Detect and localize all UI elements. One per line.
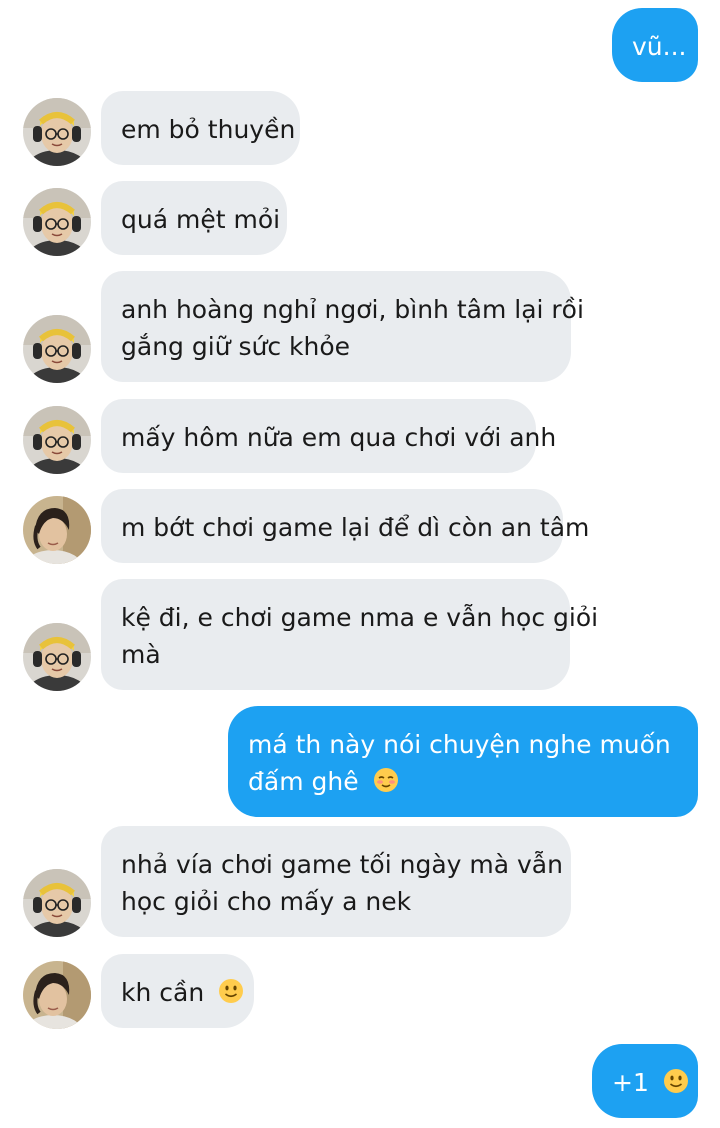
slightly-smiling-face-icon <box>218 977 244 1014</box>
message-text: kh cần <box>121 978 205 1007</box>
message-text: nhả vía chơi game tối ngày mà vẫn <box>121 850 563 879</box>
message-text: +1 <box>612 1068 649 1097</box>
message-text: đấm ghê <box>248 767 359 796</box>
message-bubble-outgoing[interactable]: +1 <box>592 1044 698 1118</box>
message-text: anh hoàng nghỉ ngơi, bình tâm lại rồi <box>121 295 584 324</box>
message-text: gắng giữ sức khỏe <box>121 332 351 361</box>
message-bubble-outgoing[interactable]: má th này nói chuyện nghe muốn đấm ghê <box>228 706 698 817</box>
message-bubble-incoming[interactable]: em bỏ thuyền <box>101 91 300 165</box>
avatar[interactable] <box>23 623 91 691</box>
avatar[interactable] <box>23 961 91 1029</box>
message-bubble-incoming[interactable]: nhả vía chơi game tối ngày mà vẫn học gi… <box>101 826 571 937</box>
message-text: mấy hôm nữa em qua chơi với anh <box>121 423 557 452</box>
message-text: quá mệt mỏi <box>121 205 281 234</box>
relieved-face-icon <box>373 766 399 803</box>
message-bubble-incoming[interactable]: kh cần <box>101 954 254 1028</box>
avatar[interactable] <box>23 188 91 256</box>
slightly-smiling-face-icon <box>663 1067 689 1104</box>
avatar[interactable] <box>23 406 91 474</box>
message-text: học giỏi cho mấy a nek <box>121 887 412 916</box>
avatar[interactable] <box>23 98 91 166</box>
message-text: kệ đi, e chơi game nma e vẫn học giỏi <box>121 603 599 632</box>
message-bubble-incoming[interactable]: m bớt chơi game lại để dì còn an tâm <box>101 489 590 563</box>
avatar[interactable] <box>23 496 91 564</box>
message-bubble-incoming[interactable]: anh hoàng nghỉ ngơi, bình tâm lại rồi gắ… <box>101 271 584 382</box>
message-bubble-incoming[interactable]: kệ đi, e chơi game nma e vẫn học giỏi mà <box>101 579 599 690</box>
avatar[interactable] <box>23 315 91 383</box>
message-bubble-incoming[interactable]: mấy hôm nữa em qua chơi với anh <box>101 399 557 473</box>
message-bubble-outgoing[interactable]: vũ... <box>612 8 698 82</box>
message-text: mà <box>121 640 161 669</box>
message-text: m bớt chơi game lại để dì còn an tâm <box>121 513 590 542</box>
message-text: má th này nói chuyện nghe muốn <box>248 730 671 759</box>
message-text: em bỏ thuyền <box>121 115 296 144</box>
message-text: vũ... <box>632 32 687 61</box>
avatar[interactable] <box>23 869 91 937</box>
message-bubble-incoming[interactable]: quá mệt mỏi <box>101 181 287 255</box>
